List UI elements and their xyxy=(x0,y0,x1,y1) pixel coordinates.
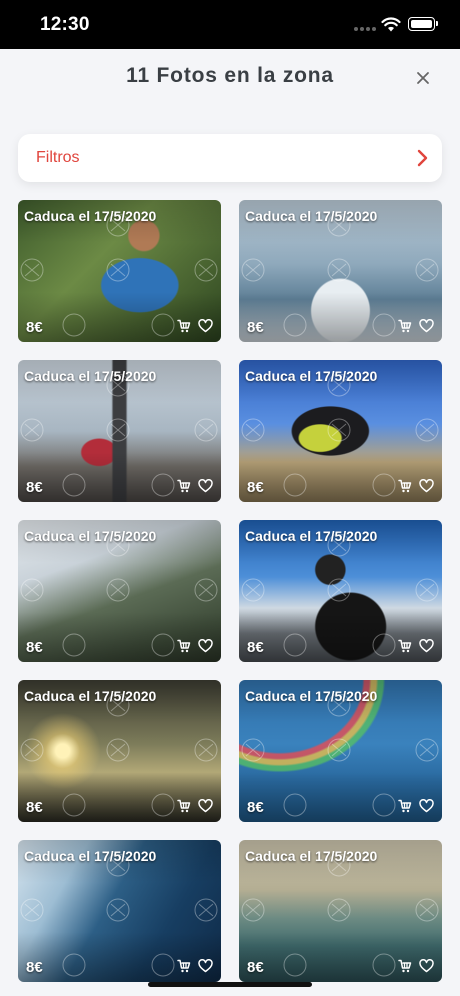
battery-icon xyxy=(408,17,438,31)
cart-icon[interactable] xyxy=(177,959,191,973)
expiry-label: Caduca el 17/5/2020 xyxy=(24,528,157,544)
expiry-label: Caduca el 17/5/2020 xyxy=(24,208,157,224)
wifi-icon xyxy=(381,17,401,32)
expiry-label: Caduca el 17/5/2020 xyxy=(245,208,378,224)
photo-card[interactable]: Caduca el 17/5/2020 8€ xyxy=(18,200,221,342)
price-label: 8€ xyxy=(247,959,264,976)
heart-icon[interactable] xyxy=(198,959,213,973)
heart-icon[interactable] xyxy=(198,319,213,333)
photo-card[interactable]: Caduca el 17/5/2020 8€ xyxy=(239,520,442,662)
photo-card[interactable]: Caduca el 17/5/2020 8€ xyxy=(18,680,221,822)
expiry-label: Caduca el 17/5/2020 xyxy=(245,688,378,704)
photo-card[interactable]: Caduca el 17/5/2020 8€ xyxy=(18,840,221,982)
price-label: 8€ xyxy=(26,799,43,816)
chevron-right-icon xyxy=(417,149,428,167)
price-label: 8€ xyxy=(26,319,43,336)
price-label: 8€ xyxy=(247,799,264,816)
cart-icon[interactable] xyxy=(398,639,412,653)
status-bar: 12:30 xyxy=(0,0,460,49)
expiry-label: Caduca el 17/5/2020 xyxy=(24,368,157,384)
home-indicator xyxy=(148,982,312,987)
expiry-label: Caduca el 17/5/2020 xyxy=(24,688,157,704)
photo-card[interactable]: Caduca el 17/5/2020 8€ xyxy=(239,360,442,502)
photo-card[interactable]: Caduca el 17/5/2020 8€ xyxy=(239,840,442,982)
cart-icon[interactable] xyxy=(177,639,191,653)
heart-icon[interactable] xyxy=(198,639,213,653)
page-title: 11 Fotos en la zona xyxy=(126,64,334,87)
price-label: 8€ xyxy=(26,959,43,976)
close-icon[interactable] xyxy=(412,67,434,89)
cart-icon[interactable] xyxy=(177,319,191,333)
photo-grid: Caduca el 17/5/2020 8€ Caduca el 17/5/20… xyxy=(18,200,442,982)
header: 11 Fotos en la zona xyxy=(0,49,460,109)
price-label: 8€ xyxy=(247,639,264,656)
heart-icon[interactable] xyxy=(198,479,213,493)
heart-icon[interactable] xyxy=(419,959,434,973)
cart-icon[interactable] xyxy=(398,479,412,493)
filters-button[interactable]: Filtros xyxy=(18,134,442,182)
status-time: 12:30 xyxy=(40,14,90,35)
photo-card[interactable]: Caduca el 17/5/2020 8€ xyxy=(18,360,221,502)
heart-icon[interactable] xyxy=(198,799,213,813)
heart-icon[interactable] xyxy=(419,319,434,333)
cart-icon[interactable] xyxy=(398,799,412,813)
photo-card[interactable]: Caduca el 17/5/2020 8€ xyxy=(239,680,442,822)
price-label: 8€ xyxy=(26,479,43,496)
cart-icon[interactable] xyxy=(177,799,191,813)
expiry-label: Caduca el 17/5/2020 xyxy=(24,848,157,864)
price-label: 8€ xyxy=(247,479,264,496)
signal-dots xyxy=(354,27,376,31)
heart-icon[interactable] xyxy=(419,639,434,653)
cart-icon[interactable] xyxy=(177,479,191,493)
photo-card[interactable]: Caduca el 17/5/2020 8€ xyxy=(239,200,442,342)
expiry-label: Caduca el 17/5/2020 xyxy=(245,528,378,544)
cart-icon[interactable] xyxy=(398,319,412,333)
expiry-label: Caduca el 17/5/2020 xyxy=(245,368,378,384)
heart-icon[interactable] xyxy=(419,479,434,493)
expiry-label: Caduca el 17/5/2020 xyxy=(245,848,378,864)
price-label: 8€ xyxy=(247,319,264,336)
cart-icon[interactable] xyxy=(398,959,412,973)
price-label: 8€ xyxy=(26,639,43,656)
heart-icon[interactable] xyxy=(419,799,434,813)
photo-card[interactable]: Caduca el 17/5/2020 8€ xyxy=(18,520,221,662)
filters-label: Filtros xyxy=(36,149,80,166)
